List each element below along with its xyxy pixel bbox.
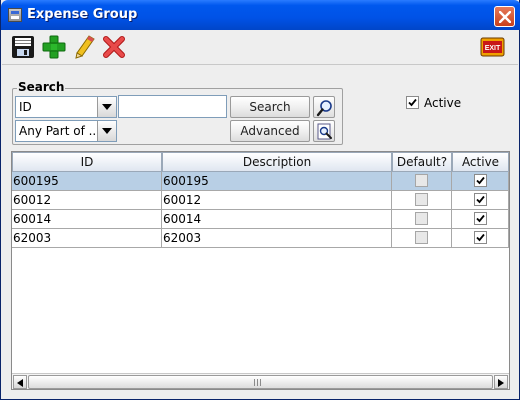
edit-button[interactable] bbox=[70, 33, 98, 61]
table-header: ID Description Default? Active bbox=[12, 152, 509, 172]
checkmark-icon bbox=[475, 233, 485, 242]
arrow-right-icon bbox=[498, 379, 504, 387]
checkmark-icon bbox=[408, 98, 417, 107]
default-checkbox[interactable] bbox=[415, 174, 428, 187]
search-field-select[interactable]: ID bbox=[15, 96, 117, 118]
match-mode-value: Any Part of ... bbox=[19, 124, 95, 138]
save-button[interactable] bbox=[9, 33, 37, 61]
scrollbar-thumb[interactable] bbox=[28, 375, 493, 389]
search-button[interactable]: Search bbox=[230, 96, 310, 118]
search-field-dropdown[interactable] bbox=[97, 97, 116, 117]
default-checkbox[interactable] bbox=[415, 231, 428, 244]
match-mode-select[interactable]: Any Part of ... bbox=[15, 120, 117, 142]
cell-default bbox=[392, 172, 452, 191]
scroll-right-button[interactable] bbox=[494, 375, 508, 389]
red-x-icon bbox=[103, 36, 125, 58]
default-checkbox[interactable] bbox=[415, 193, 428, 206]
checkmark-icon bbox=[475, 214, 485, 223]
table-row[interactable]: 62003 62003 bbox=[12, 229, 509, 248]
cell-active bbox=[452, 210, 509, 229]
save-icon bbox=[12, 36, 34, 58]
window-title: Expense Group bbox=[27, 7, 138, 22]
search-legend: Search bbox=[17, 80, 66, 94]
cell-active bbox=[452, 172, 509, 191]
match-mode-dropdown[interactable] bbox=[97, 121, 116, 141]
column-header-active[interactable]: Active bbox=[452, 152, 509, 172]
scroll-left-button[interactable] bbox=[13, 375, 27, 389]
exit-button[interactable]: EXIT bbox=[478, 33, 506, 61]
table-row[interactable]: 600195 600195 bbox=[12, 172, 509, 191]
column-header-description[interactable]: Description bbox=[162, 152, 392, 172]
horizontal-scrollbar[interactable] bbox=[12, 373, 509, 389]
chevron-down-icon bbox=[102, 128, 112, 134]
cell-id: 600195 bbox=[12, 172, 162, 191]
checkmark-icon bbox=[475, 195, 485, 204]
cell-default bbox=[392, 210, 452, 229]
advanced-find-button[interactable] bbox=[313, 120, 335, 142]
plus-icon bbox=[42, 35, 66, 59]
add-button[interactable] bbox=[40, 33, 68, 61]
advanced-button[interactable]: Advanced bbox=[230, 120, 310, 142]
title-bar[interactable]: Expense Group bbox=[1, 0, 520, 30]
active-checkbox[interactable] bbox=[473, 231, 487, 244]
close-button[interactable] bbox=[494, 6, 515, 27]
search-query-input[interactable] bbox=[118, 95, 227, 118]
cell-active bbox=[452, 191, 509, 210]
active-checkbox[interactable] bbox=[473, 212, 487, 225]
cell-id: 60014 bbox=[12, 210, 162, 229]
checkmark-icon bbox=[475, 176, 485, 185]
chevron-down-icon bbox=[102, 104, 112, 110]
exit-label: EXIT bbox=[485, 45, 501, 52]
arrow-left-icon bbox=[17, 379, 23, 387]
cell-default bbox=[392, 229, 452, 248]
pencil-icon bbox=[75, 35, 95, 59]
magnifier-icon bbox=[316, 100, 332, 117]
app-icon bbox=[8, 8, 22, 22]
active-checkbox[interactable] bbox=[473, 174, 487, 187]
cell-description: 60014 bbox=[162, 210, 392, 229]
find-button[interactable] bbox=[313, 96, 335, 118]
cell-description: 600195 bbox=[162, 172, 392, 191]
table-row[interactable]: 60014 60014 bbox=[12, 210, 509, 229]
cell-description: 62003 bbox=[162, 229, 392, 248]
active-filter-label: Active bbox=[424, 96, 462, 110]
exit-icon: EXIT bbox=[480, 37, 505, 57]
cell-default bbox=[392, 191, 452, 210]
column-header-id[interactable]: ID bbox=[12, 152, 162, 172]
cell-description: 60012 bbox=[162, 191, 392, 210]
table-row[interactable]: 60012 60012 bbox=[12, 191, 509, 210]
delete-button[interactable] bbox=[100, 33, 128, 61]
expense-group-table: ID Description Default? Active 600195 60… bbox=[11, 151, 510, 390]
close-icon bbox=[499, 11, 511, 23]
active-checkbox[interactable] bbox=[473, 193, 487, 206]
toolbar: EXIT bbox=[2, 30, 518, 65]
active-filter-checkbox[interactable] bbox=[406, 96, 419, 109]
cell-id: 60012 bbox=[12, 191, 162, 210]
expense-group-window: Expense Group EXIT Search ID Any Part of… bbox=[0, 0, 520, 400]
default-checkbox[interactable] bbox=[415, 212, 428, 225]
column-header-default[interactable]: Default? bbox=[392, 152, 452, 172]
cell-id: 62003 bbox=[12, 229, 162, 248]
cell-active bbox=[452, 229, 509, 248]
grip-icon bbox=[254, 379, 262, 386]
search-field-value: ID bbox=[19, 100, 32, 114]
document-search-icon bbox=[317, 123, 332, 140]
